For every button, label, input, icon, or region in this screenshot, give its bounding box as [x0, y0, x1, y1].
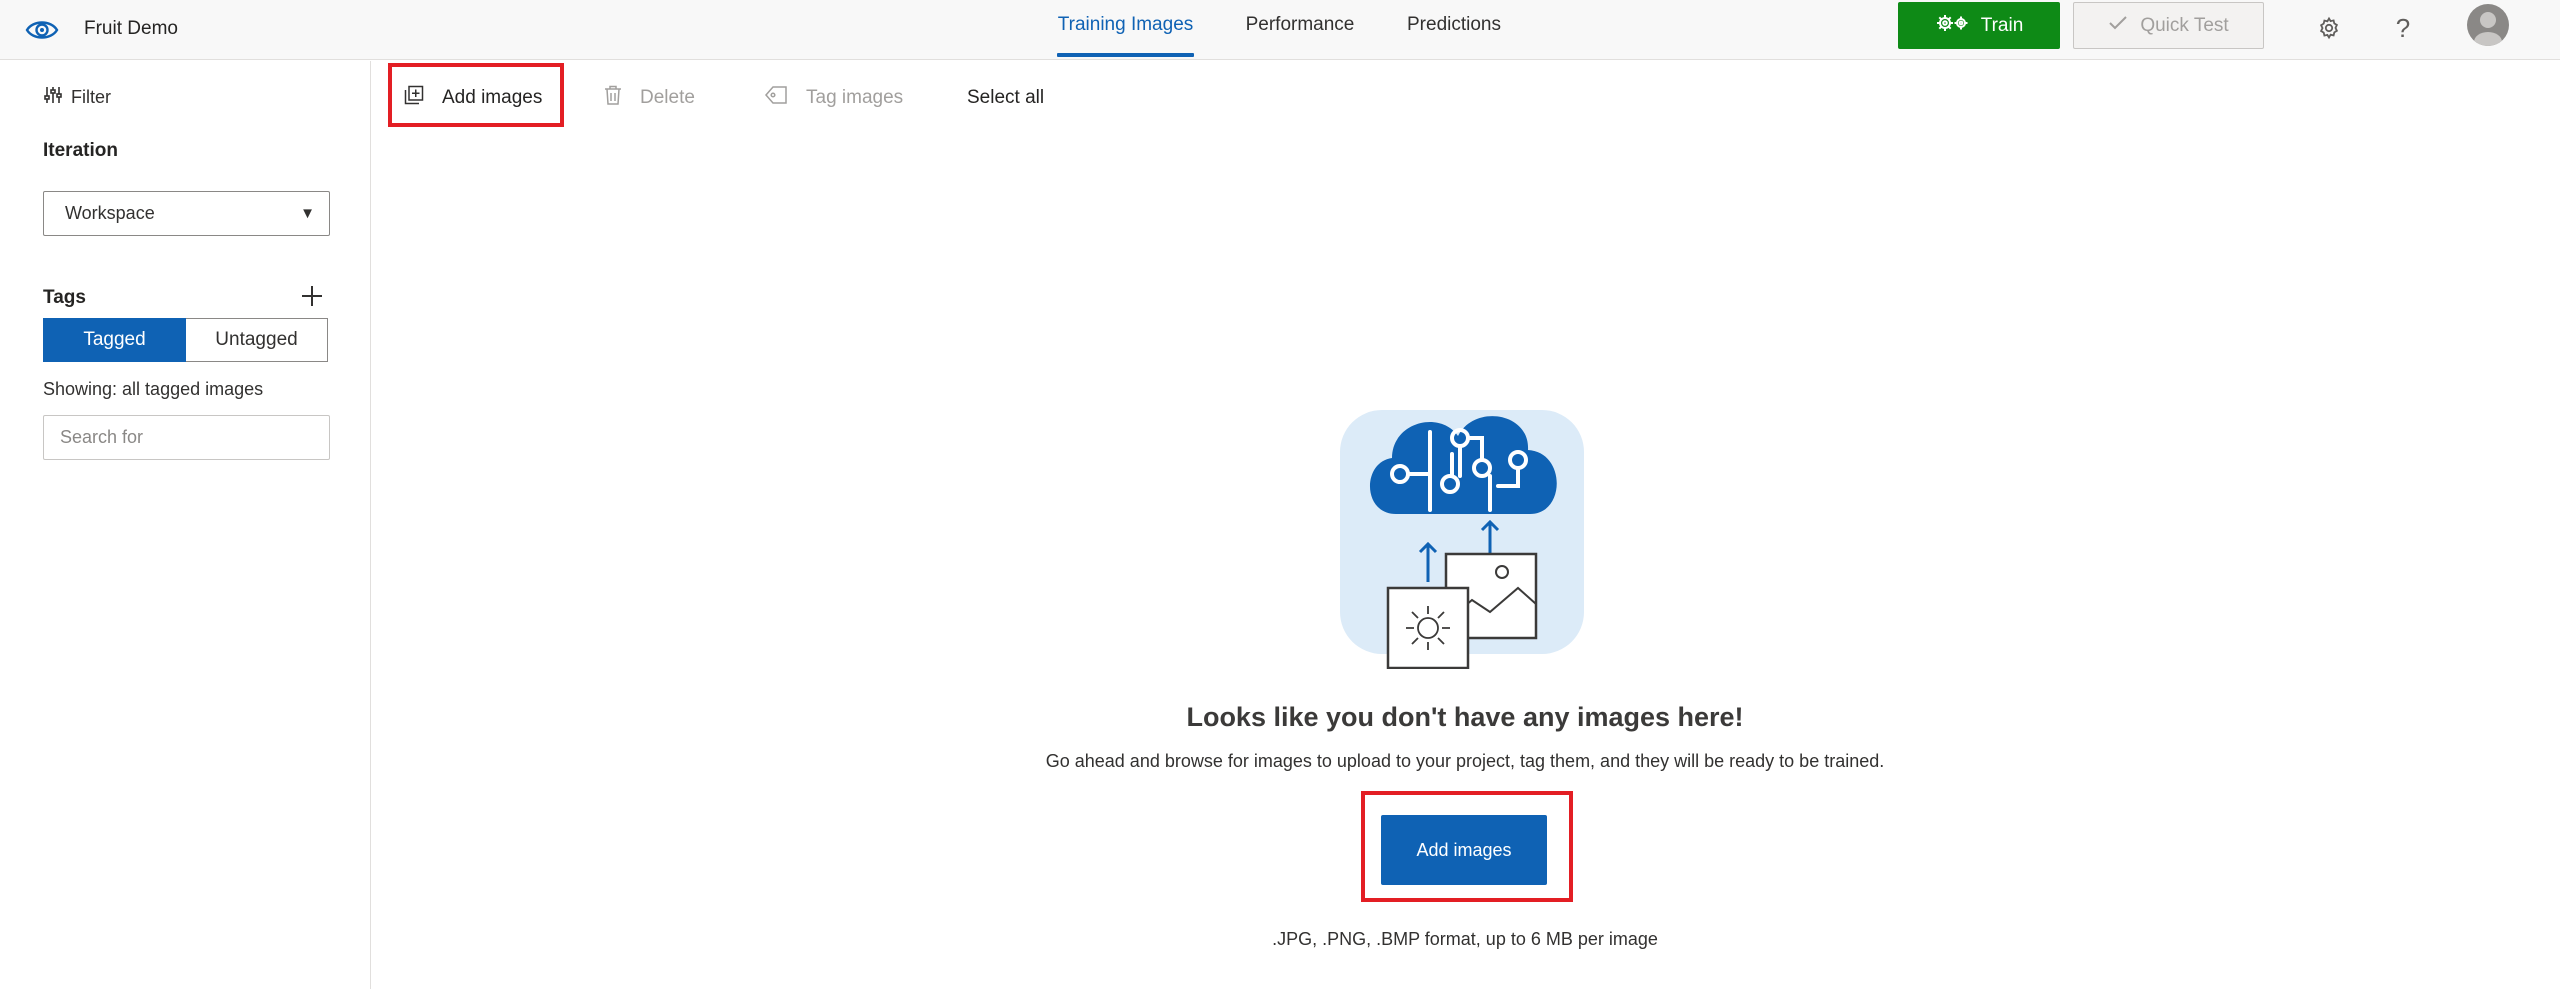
add-tag-plus-icon[interactable] — [298, 282, 326, 310]
filter-button[interactable]: Filter — [43, 85, 111, 109]
eye-logo-icon[interactable] — [22, 10, 62, 50]
empty-state-title: Looks like you don't have any images her… — [1186, 702, 1744, 732]
top-bar: Fruit Demo Training Images Performance P… — [0, 0, 2560, 60]
select-all-label: Select all — [967, 87, 1045, 108]
add-image-icon — [404, 85, 424, 111]
gears-icon — [1935, 12, 1971, 40]
showing-status-text: Showing: all tagged images — [43, 379, 264, 399]
select-all-toolbar-button[interactable]: Select all — [967, 74, 1044, 122]
tag-images-toolbar-button[interactable]: Tag images — [764, 74, 903, 122]
add-images-main-button[interactable]: Add images — [1381, 815, 1547, 885]
check-icon — [2108, 15, 2128, 37]
quick-test-button[interactable]: Quick Test — [2073, 2, 2264, 49]
add-images-toolbar-button[interactable]: Add images — [404, 74, 542, 122]
tab-performance[interactable]: Performance — [1245, 0, 1355, 60]
tags-heading: Tags — [43, 287, 86, 308]
tag-filter-toggle: Tagged Untagged — [43, 318, 328, 362]
tagged-toggle-button[interactable]: Tagged — [43, 318, 186, 362]
iteration-heading: Iteration — [43, 140, 118, 161]
filter-label: Filter — [71, 86, 111, 107]
train-button[interactable]: Train — [1898, 2, 2060, 49]
tab-predictions[interactable]: Predictions — [1406, 0, 1502, 60]
file-format-note: .JPG, .PNG, .BMP format, up to 6 MB per … — [1272, 929, 1658, 949]
left-sidebar: Filter Iteration Workspace ▼ Tags Tagged… — [0, 61, 371, 989]
add-images-label: Add images — [442, 87, 543, 108]
tag-search-input[interactable] — [43, 415, 330, 460]
upload-brain-illustration — [1340, 404, 1590, 670]
user-avatar-icon[interactable] — [2467, 4, 2509, 46]
caret-down-icon: ▼ — [300, 205, 315, 222]
delete-toolbar-button[interactable]: Delete — [604, 74, 695, 122]
filter-sliders-icon — [43, 85, 63, 110]
tag-icon — [764, 85, 788, 111]
untagged-toggle-button[interactable]: Untagged — [186, 318, 328, 362]
trash-icon — [604, 85, 622, 111]
gear-icon[interactable] — [2311, 10, 2347, 46]
iteration-dropdown[interactable]: Workspace ▼ — [43, 191, 330, 236]
quick-test-label: Quick Test — [2140, 14, 2229, 36]
iteration-value: Workspace — [65, 203, 155, 223]
help-icon[interactable]: ? — [2385, 10, 2421, 46]
train-label: Train — [1980, 14, 2024, 36]
delete-label: Delete — [640, 87, 695, 108]
tab-training-images[interactable]: Training Images — [1057, 0, 1194, 60]
empty-state-description: Go ahead and browse for images to upload… — [1045, 751, 1885, 771]
tag-images-label: Tag images — [806, 87, 904, 108]
project-title: Fruit Demo — [84, 18, 178, 39]
